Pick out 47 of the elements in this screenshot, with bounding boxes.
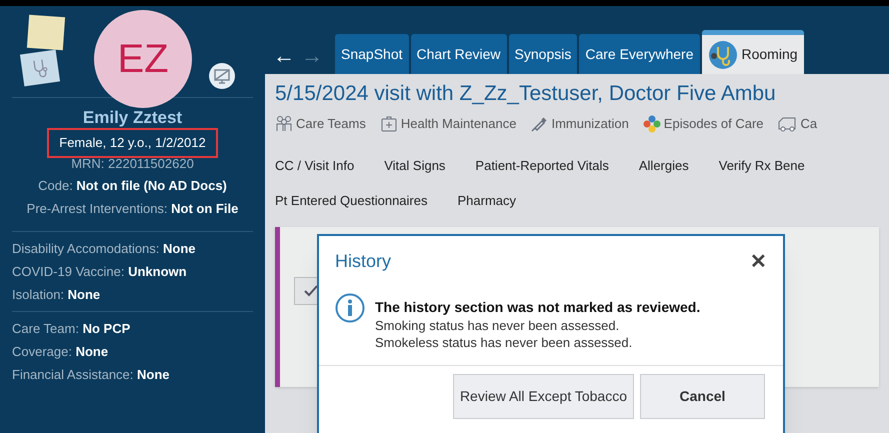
patient-field: Disability Accomodations: None [12,238,253,259]
dialog-button[interactable]: Cancel [640,374,765,419]
vehicle-icon [778,116,798,132]
section-link[interactable]: Vital Signs [384,156,446,175]
close-button[interactable]: ✕ [750,252,767,272]
info-icon [335,293,365,323]
section-link[interactable]: Verify Rx Bene [718,156,805,175]
people-icon [275,114,293,133]
tab[interactable]: Care Everywhere [579,34,700,74]
patient-field: Pre-Arrest Interventions: Not on File [26,198,238,219]
tab[interactable]: SnapShot [335,34,408,74]
toolbar-button[interactable]: Episodes of Care [642,114,764,134]
section-link[interactable]: Allergies [638,156,689,175]
dialog-title: History [335,250,392,273]
patient-field: COVID-19 Vaccine: Unknown [12,261,253,282]
dialog-heading: The history section was not marked as reviewed. [375,298,700,317]
medical-kit-icon [380,114,398,133]
section-link[interactable]: Pt Entered Questionnaires [275,191,428,210]
syringe-icon [530,114,548,133]
patient-field: Isolation: None [12,284,253,305]
toolbar-button[interactable]: Health Maintenance [380,114,516,134]
dialog-message: Smokeless status has never been assessed. [375,334,634,351]
patient-field: Financial Assistance: None [12,364,253,385]
mrn: MRN: 222011502620 [70,157,195,169]
toolbar-button[interactable]: Care Teams [275,114,366,134]
avatar: EZ [94,10,192,108]
dialog-message: Smoking status has never been assessed. [375,317,620,334]
toolbar-button[interactable]: Ca [778,114,818,134]
tab[interactable]: Synopsis [508,34,578,74]
back-button[interactable]: ← [273,45,295,67]
demographics: Female, 12 y.o., 1/2/2012 [47,128,218,158]
section-link[interactable]: CC / Visit Info [275,156,354,175]
section-link[interactable]: Patient-Reported Vitals [475,156,609,175]
stethoscope-icon [708,40,738,70]
check-icon [303,284,319,298]
patient-name: Emily Zztest [82,108,184,128]
patient-field: Coverage: None [12,341,253,362]
monitor-icon[interactable] [208,62,236,90]
section-link[interactable]: Pharmacy [457,191,516,210]
patient-field: Care Team: No PCP [12,318,253,339]
colored-dots-icon [642,114,661,133]
tab[interactable]: Rooming [702,30,804,74]
visit-title: 5/15/2024 visit with Z_Zz_Testuser, Doctor Five Ambu [275,81,777,107]
dialog-button[interactable]: Review All Except Tobacco [452,374,634,419]
patient-field: Code: Not on file (No AD Docs) [38,175,227,196]
tab[interactable]: Chart Review [410,34,507,74]
toolbar-button[interactable]: Immunization [530,114,629,134]
